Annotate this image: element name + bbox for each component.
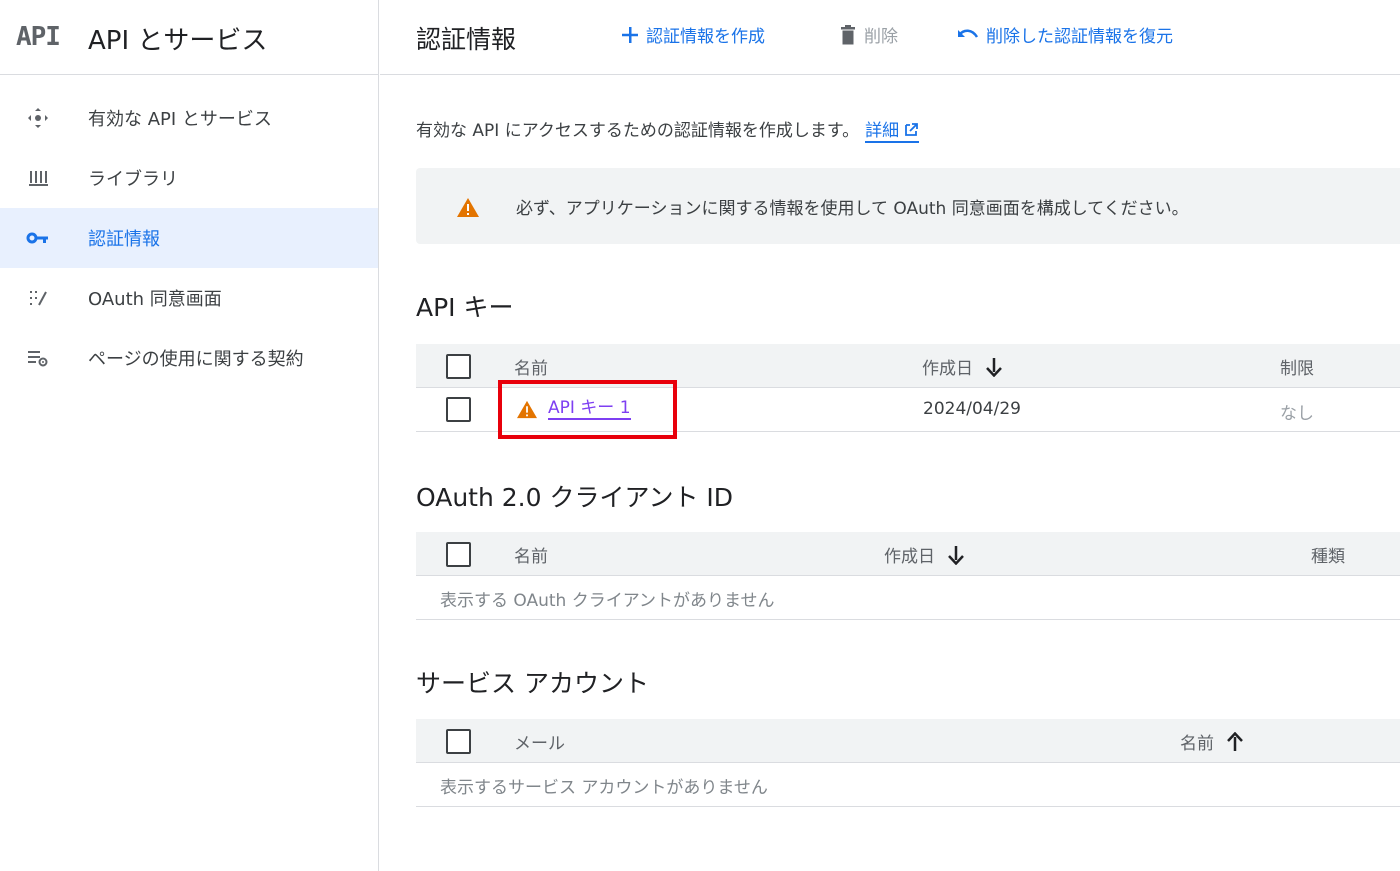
sidebar-item-enabled-apis[interactable]: 有効な API とサービス	[0, 88, 378, 148]
empty-state-text: 表示するサービス アカウントがありません	[440, 778, 768, 798]
api-keys-table: 名前 作成日 制限 API キー 1 2024/04/29 なし	[416, 344, 1400, 432]
column-header-label: 作成日	[922, 359, 973, 379]
consent-warning-text: 必ず、アプリケーションに関する情報を使用して OAuth 同意画面を構成してくだ…	[516, 199, 1189, 219]
sidebar-item-credentials[interactable]: 認証情報	[0, 208, 378, 268]
api-keys-heading: API キー	[416, 293, 514, 322]
column-header-created[interactable]: 作成日	[884, 542, 965, 567]
column-header-name[interactable]: 名前	[1180, 729, 1244, 754]
service-accounts-heading: サービス アカウント	[416, 669, 649, 698]
empty-state-text: 表示する OAuth クライアントがありません	[440, 591, 775, 611]
select-all-checkbox[interactable]	[446, 542, 471, 567]
sidebar-item-library[interactable]: ライブラリ	[0, 148, 378, 208]
page-title: 認証情報	[416, 25, 517, 54]
restore-deleted-credentials-button[interactable]: 削除した認証情報を復元	[956, 22, 1173, 47]
table-header: メール 名前	[416, 719, 1400, 763]
column-header-type: 種類	[1311, 547, 1345, 567]
api-key-link[interactable]: API キー 1	[516, 398, 631, 420]
sort-descending-icon[interactable]	[947, 545, 965, 565]
api-key-name: API キー 1	[548, 398, 631, 420]
sidebar-item-label: 認証情報	[88, 229, 160, 250]
table-header: 名前 作成日 制限	[416, 344, 1400, 388]
intro-text: 有効な API にアクセスするための認証情報を作成します。 詳細	[416, 116, 920, 143]
table-empty-row: 表示するサービス アカウントがありません	[416, 763, 1400, 807]
service-accounts-table: メール 名前 表示するサービス アカウントがありません	[416, 719, 1400, 807]
plus-icon	[620, 25, 640, 45]
warning-icon	[456, 196, 480, 222]
product-title: API とサービス	[88, 26, 268, 56]
library-icon	[26, 167, 50, 189]
column-header-name: 名前	[514, 547, 548, 567]
api-hub-icon	[26, 107, 50, 129]
page-toolbar: 認証情報 認証情報を作成 削除 削除した認証情報を復元	[380, 0, 1400, 75]
sort-descending-icon[interactable]	[985, 357, 1003, 377]
column-header-restriction: 制限	[1280, 359, 1314, 379]
row-checkbox[interactable]	[446, 397, 471, 422]
sidebar-item-label: ページの使用に関する契約	[88, 349, 304, 370]
intro-description: 有効な API にアクセスするための認証情報を作成します。	[416, 121, 860, 141]
sidebar: API API とサービス 有効な API とサービス ライブラリ 認証情報 O…	[0, 0, 379, 871]
select-all-checkbox[interactable]	[446, 729, 471, 754]
undo-icon	[956, 26, 980, 44]
brand-header: API API とサービス	[0, 0, 378, 75]
learn-more-link[interactable]: 詳細	[865, 121, 920, 143]
api-key-restriction: なし	[1280, 404, 1314, 424]
sidebar-item-oauth-consent[interactable]: OAuth 同意画面	[0, 268, 378, 328]
table-header: 名前 作成日 種類	[416, 532, 1400, 576]
sidebar-item-label: 有効な API とサービス	[88, 109, 272, 130]
learn-more-label: 詳細	[865, 121, 900, 141]
settings-list-icon	[26, 347, 50, 369]
column-header-email: メール	[514, 734, 565, 754]
delete-label: 削除	[864, 27, 898, 47]
oauth-clients-heading: OAuth 2.0 クライアント ID	[416, 483, 734, 512]
sort-ascending-icon[interactable]	[1226, 731, 1244, 752]
delete-button[interactable]: 削除	[838, 22, 898, 47]
trash-icon	[838, 24, 858, 46]
create-credentials-button[interactable]: 認証情報を作成	[620, 22, 765, 47]
column-header-label: 作成日	[884, 547, 935, 567]
warning-icon	[516, 399, 538, 419]
key-icon	[26, 227, 50, 249]
api-key-created-date: 2024/04/29	[923, 399, 1021, 419]
table-row: API キー 1 2024/04/29 なし	[416, 388, 1400, 432]
sidebar-item-label: ライブラリ	[88, 169, 178, 190]
api-logo: API	[16, 22, 61, 52]
table-empty-row: 表示する OAuth クライアントがありません	[416, 576, 1400, 620]
create-credentials-label: 認証情報を作成	[646, 27, 765, 47]
oauth-clients-table: 名前 作成日 種類 表示する OAuth クライアントがありません	[416, 532, 1400, 620]
restore-label: 削除した認証情報を復元	[986, 27, 1173, 47]
column-header-created[interactable]: 作成日	[922, 354, 1003, 379]
select-all-checkbox[interactable]	[446, 354, 471, 379]
consent-warning-banner: 必ず、アプリケーションに関する情報を使用して OAuth 同意画面を構成してくだ…	[416, 168, 1400, 244]
sidebar-nav: 有効な API とサービス ライブラリ 認証情報 OAuth 同意画面 ページの…	[0, 88, 378, 388]
consent-icon	[26, 287, 50, 309]
sidebar-item-label: OAuth 同意画面	[88, 289, 222, 310]
sidebar-item-page-usage-agreements[interactable]: ページの使用に関する契約	[0, 328, 378, 388]
external-link-icon	[903, 122, 919, 143]
column-header-label: 名前	[1180, 734, 1214, 754]
column-header-name: 名前	[514, 359, 548, 379]
